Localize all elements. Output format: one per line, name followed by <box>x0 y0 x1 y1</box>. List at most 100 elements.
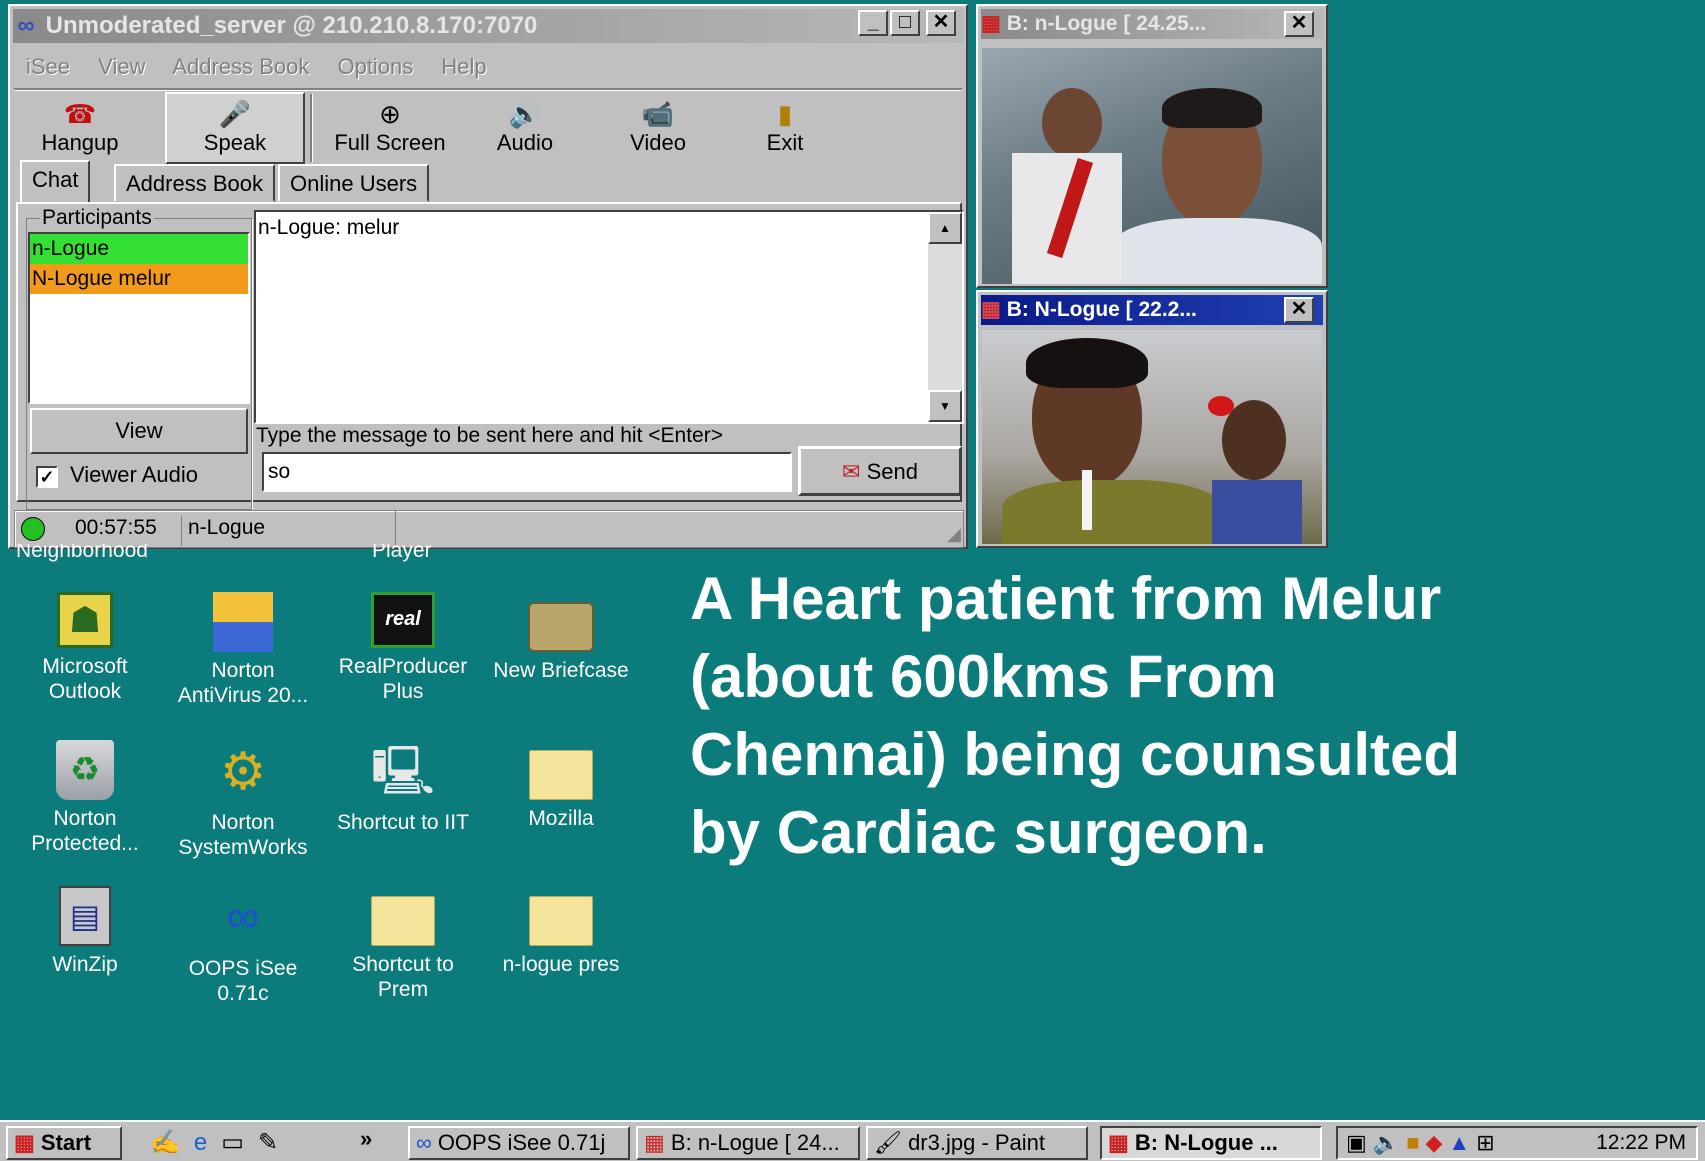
network-icon[interactable]: ▣ <box>1346 1130 1373 1155</box>
close-button[interactable]: ✕ <box>926 10 956 36</box>
tray-app-icon[interactable]: ■ <box>1406 1130 1425 1155</box>
caption-line: A Heart patient from Melur <box>690 565 1442 632</box>
door-icon: ▮ <box>777 99 793 129</box>
folder-icon <box>529 750 593 800</box>
participant-item[interactable]: n-Logue <box>30 234 248 264</box>
video-title-1: B: n-Logue [ 24.25... <box>1006 12 1207 35</box>
internet-explorer-icon[interactable]: e <box>194 1129 221 1156</box>
desktop-icon-briefcase[interactable]: New Briefcase <box>486 592 636 683</box>
recycle-bin-icon: ♻ <box>56 740 114 800</box>
tab-online-users[interactable]: Online Users <box>278 164 430 202</box>
hangup-label: Hangup <box>41 130 119 155</box>
menu-isee[interactable]: iSee <box>26 54 70 79</box>
audio-button[interactable]: 🔊 Audio <box>475 98 575 162</box>
desktop-icon-shortcut-iit[interactable]: 🖳 Shortcut to IIT <box>328 740 478 835</box>
desktop-icon-oops-isee[interactable]: ∞ OOPS iSee 0.71c <box>168 886 318 1006</box>
antivirus-icon[interactable]: ◆ <box>1426 1130 1449 1155</box>
channels-icon[interactable]: ✎ <box>258 1129 292 1156</box>
language-icon[interactable]: ⊞ <box>1476 1130 1500 1155</box>
video-feed-2 <box>982 330 1322 544</box>
desktop-icon-mozilla[interactable]: Mozilla <box>486 740 636 831</box>
phone-icon: ☎ <box>63 99 97 129</box>
maximize-button[interactable]: □ <box>890 10 920 36</box>
menu-help[interactable]: Help <box>441 54 486 79</box>
video-close-button-1[interactable]: ✕ <box>1284 11 1314 37</box>
menu-address-book[interactable]: Address Book <box>172 54 309 79</box>
chat-log[interactable]: n-Logue: melur ▲ ▼ <box>254 210 964 424</box>
norton-systemworks-icon: ⚙ <box>219 743 267 801</box>
scroll-down-arrow-icon[interactable]: ▼ <box>928 390 962 422</box>
video-app-icon: ▦ <box>981 298 1001 321</box>
desktop-icon-winzip[interactable]: ▤ WinZip <box>10 886 160 977</box>
viewer-audio-checkbox[interactable]: ✓ <box>36 466 58 488</box>
desktop-icon-nlogue-pres[interactable]: n-logue pres <box>486 886 636 977</box>
desktop-icon-shortcut-prem[interactable]: Shortcut to Prem <box>328 886 478 1002</box>
exit-button[interactable]: ▮ Exit <box>745 98 825 162</box>
participants-list[interactable]: n-Logue N-Logue melur <box>28 232 250 404</box>
video-title-bar-1[interactable]: ▦ B: n-Logue [ 24.25... <box>981 9 1323 39</box>
outlook-express-icon[interactable]: ✍ <box>150 1129 194 1156</box>
menu-view[interactable]: View <box>98 54 145 79</box>
desktop-icon-norton-antivirus[interactable]: Norton AntiVirus 20... <box>168 592 318 708</box>
minimize-button[interactable]: _ <box>858 10 888 36</box>
audio-label: Audio <box>496 130 554 155</box>
video-close-button-2[interactable]: ✕ <box>1284 297 1314 323</box>
network-computer-icon: 🖳 <box>371 745 436 798</box>
video-app-icon: ▦ <box>644 1130 665 1155</box>
task-oops-isee[interactable]: ∞ OOPS iSee 0.71j <box>408 1126 630 1160</box>
status-bar: 00:57:55 n-Logue ◢ <box>14 510 964 548</box>
quicklaunch: ✍e▭✎ <box>150 1128 292 1158</box>
video-title-bar-2[interactable]: ▦ B: N-Logue [ 22.2... <box>981 295 1323 325</box>
menu-options[interactable]: Options <box>337 54 413 79</box>
caption-line: Chennai) being counsulted <box>690 721 1461 788</box>
chat-message: n-Logue: melur <box>258 216 400 239</box>
child-ribbon <box>1208 396 1234 416</box>
child-dress <box>1212 480 1302 544</box>
resize-grip-icon[interactable]: ◢ <box>947 524 961 545</box>
full-screen-button[interactable]: ⊕ Full Screen <box>320 98 460 162</box>
patient-sari <box>1002 480 1222 544</box>
toolbar-separator <box>310 94 313 162</box>
video-button[interactable]: 📹 Video <box>608 98 708 162</box>
desktop-label-partial: Player <box>372 544 432 562</box>
task-video-1[interactable]: ▦ B: n-Logue [ 24... <box>636 1126 860 1160</box>
volume-icon[interactable]: 🔈 <box>1373 1130 1406 1155</box>
chat-scrollbar[interactable]: ▲ ▼ <box>928 212 962 422</box>
quicklaunch-more[interactable]: » <box>360 1126 372 1152</box>
slide-caption: A Heart patient from Melur (about 600kms… <box>690 560 1690 872</box>
desktop-icon-realproducer[interactable]: real RealProducer Plus <box>328 592 478 704</box>
norton-antivirus-icon <box>213 592 273 652</box>
briefcase-icon <box>528 602 594 652</box>
patient-hair <box>1026 338 1148 388</box>
background-person <box>1042 88 1102 158</box>
status-user: n-Logue <box>181 516 265 546</box>
isee-icon: ∞ <box>416 1130 432 1155</box>
participant-item[interactable]: N-Logue melur <box>30 264 248 294</box>
send-button[interactable]: ✉ Send <box>798 446 962 496</box>
app-logo-icon: ∞ <box>17 12 35 39</box>
tray-icons[interactable]: ▣🔈■◆▲⊞ <box>1346 1130 1501 1156</box>
hangup-button[interactable]: ☎ Hangup <box>30 98 130 162</box>
tab-address-book[interactable]: Address Book <box>114 164 275 202</box>
video-label: Video <box>630 130 686 155</box>
title-bar[interactable]: ∞ Unmoderated_server @ 210.210.8.170:707… <box>13 9 963 43</box>
start-button[interactable]: ▦ Start <box>6 1126 122 1160</box>
message-hint: Type the message to be sent here and hit… <box>256 424 723 447</box>
message-input[interactable]: so <box>262 452 792 492</box>
task-video-2[interactable]: ▦ B: N-Logue ... <box>1100 1126 1322 1160</box>
clock[interactable]: 12:22 PM <box>1596 1131 1686 1155</box>
scroll-up-arrow-icon[interactable]: ▲ <box>928 212 962 244</box>
tray-app-icon[interactable]: ▲ <box>1448 1130 1476 1155</box>
desktop-label-partial: Neighborhood <box>16 544 148 562</box>
desktop-icon-outlook[interactable]: ☗ Microsoft Outlook <box>10 592 160 704</box>
tab-chat[interactable]: Chat <box>20 160 91 204</box>
exit-label: Exit <box>766 130 804 155</box>
desktop-icon[interactable]: ▭ <box>221 1129 258 1156</box>
folder-icon <box>529 896 593 946</box>
desktop-icon-norton-systemworks[interactable]: ⚙ Norton SystemWorks <box>168 740 318 860</box>
video-window-2: ▦ B: N-Logue [ 22.2... ✕ <box>976 290 1328 548</box>
desktop-icon-norton-protected[interactable]: ♻ Norton Protected... <box>10 740 160 856</box>
speak-button[interactable]: 🎤 Speak <box>165 92 305 164</box>
task-paint[interactable]: 🖌 dr3.jpg - Paint <box>866 1126 1088 1160</box>
view-button[interactable]: View <box>30 408 248 454</box>
